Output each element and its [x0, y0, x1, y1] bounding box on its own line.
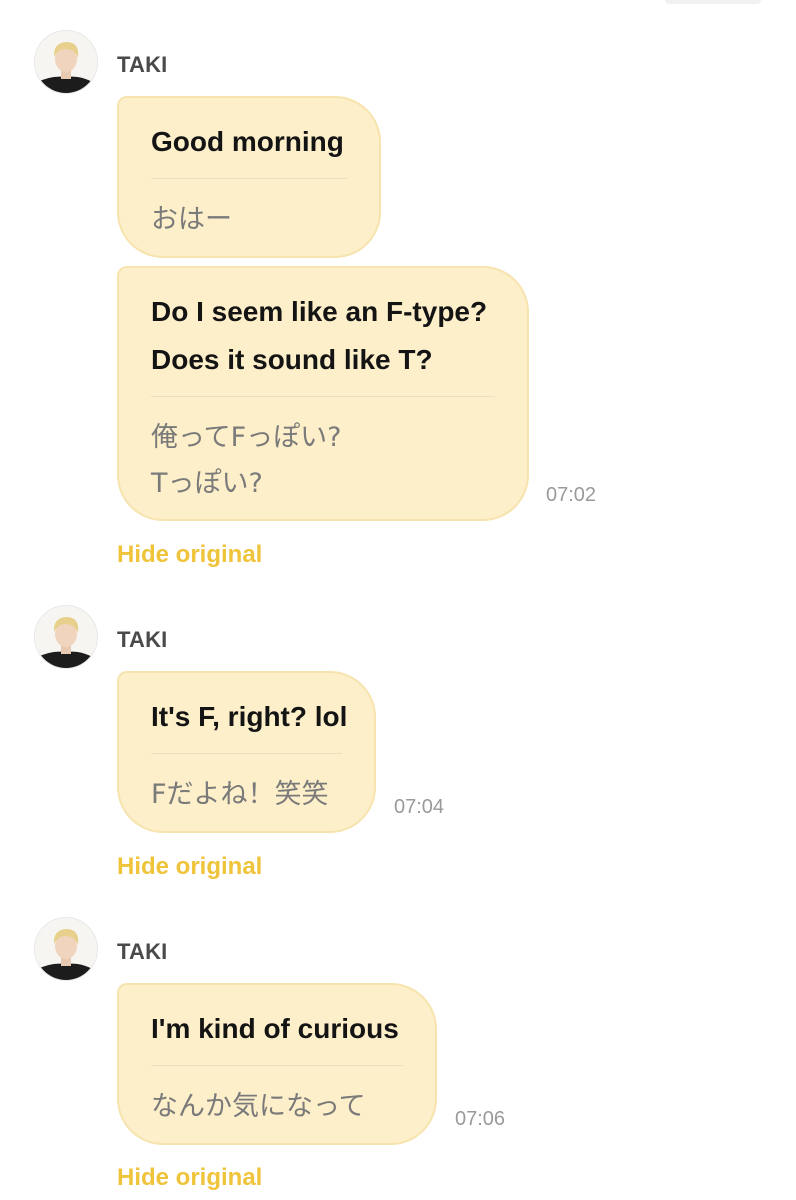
- hide-original-link[interactable]: Hide original: [117, 1164, 262, 1192]
- translated-text: Do I seem like an F-type?: [151, 296, 488, 327]
- avatar[interactable]: [34, 30, 98, 94]
- translated-text: Good morning: [151, 126, 344, 157]
- bubble-divider: [151, 753, 342, 754]
- bubble-divider: [151, 178, 347, 179]
- original-text: おはー: [151, 204, 232, 235]
- translated-text: Does it sound like T?: [151, 344, 433, 375]
- bubble-divider: [151, 1065, 403, 1066]
- message-bubble[interactable]: I'm kind of curious なんか気になって: [117, 983, 437, 1145]
- sender-name: TAKI: [117, 627, 168, 652]
- original-text: 俺ってFっぽい?: [151, 422, 342, 453]
- translated-text: It's F, right? lol: [151, 701, 348, 732]
- message-bubble[interactable]: Good morning おはー: [117, 96, 381, 258]
- message-bubble[interactable]: It's F, right? lol Fだよね！笑笑: [117, 671, 376, 833]
- avatar[interactable]: [34, 605, 98, 669]
- translated-text: I'm kind of curious: [151, 1013, 399, 1044]
- message-timestamp: 07:06: [455, 1108, 506, 1130]
- sender-name: TAKI: [117, 52, 168, 77]
- profile-photo-icon: [35, 918, 97, 980]
- message-timestamp: 07:04: [394, 796, 445, 818]
- sender-name: TAKI: [117, 939, 168, 964]
- hide-original-link[interactable]: Hide original: [117, 853, 262, 881]
- original-text: Fだよね！笑笑: [151, 779, 329, 810]
- avatar[interactable]: [34, 917, 98, 981]
- top-edge-fragment: [665, 0, 761, 4]
- hide-original-link[interactable]: Hide original: [117, 541, 262, 569]
- message-timestamp: 07:02: [546, 484, 597, 506]
- profile-photo-icon: [35, 606, 97, 668]
- original-text: なんか気になって: [151, 1091, 366, 1122]
- profile-photo-icon: [35, 31, 97, 93]
- original-text: Tっぽい?: [151, 468, 263, 499]
- bubble-divider: [151, 396, 495, 397]
- message-bubble[interactable]: Do I seem like an F-type? Does it sound …: [117, 266, 529, 521]
